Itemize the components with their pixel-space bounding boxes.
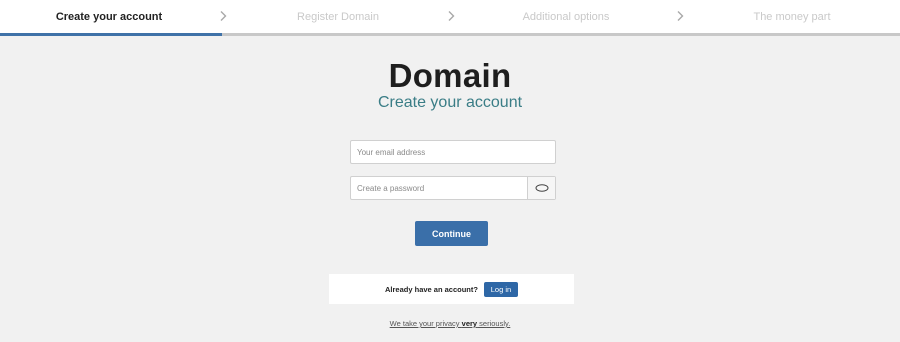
progress-track: [0, 33, 900, 36]
login-prompt-text: Already have an account?: [385, 284, 478, 294]
password-field[interactable]: [351, 177, 527, 199]
continue-button[interactable]: Continue: [415, 221, 488, 246]
login-button[interactable]: Log in: [483, 281, 518, 297]
signup-stepper: Create your account Register Domain Addi…: [0, 0, 900, 36]
show-password-toggle[interactable]: [527, 177, 555, 199]
password-field-wrapper: [350, 176, 556, 200]
email-field-wrapper: [350, 140, 556, 164]
eye-icon: [535, 179, 549, 197]
progress-bar: [0, 33, 223, 36]
privacy-note: We take your privacy very seriously.: [0, 319, 900, 328]
step-register-domain[interactable]: Register Domain: [228, 0, 448, 33]
privacy-emphasis: very: [461, 319, 478, 328]
privacy-text-after: seriously.: [477, 319, 511, 328]
step-money-part[interactable]: The money part: [684, 0, 900, 33]
chevron-right-icon: [218, 10, 228, 22]
login-prompt-box: Already have an account? Log in: [329, 274, 574, 304]
brand-logo: Domain: [388, 57, 512, 94]
chevron-right-icon: [446, 10, 456, 22]
step-create-account[interactable]: Create your account: [0, 0, 218, 33]
page-subtitle: Create your account: [377, 94, 523, 111]
privacy-text-before: We take your privacy: [389, 319, 462, 328]
email-field[interactable]: [351, 141, 555, 163]
step-additional-options[interactable]: Additional options: [458, 0, 674, 33]
privacy-link[interactable]: We take your privacy very seriously.: [390, 319, 511, 328]
